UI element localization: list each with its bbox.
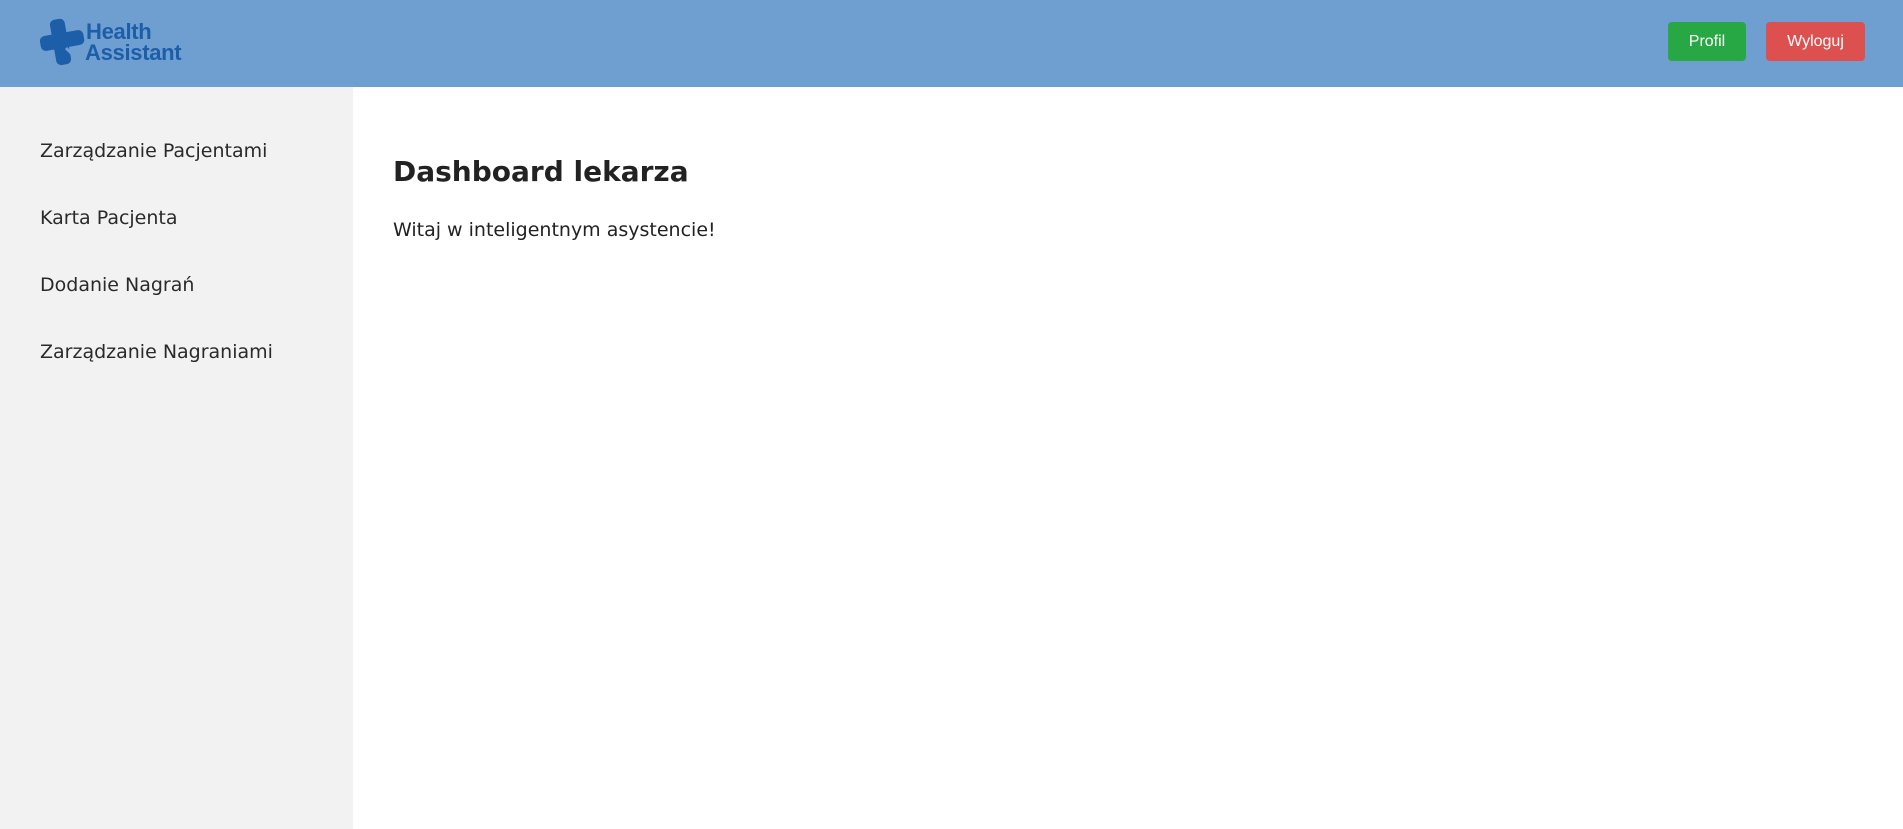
medical-cross-icon xyxy=(40,18,85,66)
sidebar: Zarządzanie Pacjentami Karta Pacjenta Do… xyxy=(0,87,353,829)
logout-button[interactable]: Wyloguj xyxy=(1766,22,1865,61)
profile-button[interactable]: Profil xyxy=(1668,22,1746,61)
logo[interactable]: Health Assistant xyxy=(40,18,190,68)
logo-line2: Assistant xyxy=(85,40,182,65)
sidebar-item-patient-card[interactable]: Karta Pacjenta xyxy=(40,207,178,229)
sidebar-item-patient-management[interactable]: Zarządzanie Pacjentami xyxy=(40,140,267,162)
page-title: Dashboard lekarza xyxy=(393,155,689,188)
sidebar-item-recordings-management[interactable]: Zarządzanie Nagraniami xyxy=(40,341,273,363)
logo-text: Health Assistant xyxy=(85,19,182,65)
top-bar: Health Assistant Profil Wyloguj xyxy=(0,0,1903,87)
sidebar-item-add-recordings[interactable]: Dodanie Nagrań xyxy=(40,274,194,296)
main-content: Dashboard lekarza Witaj w inteligentnym … xyxy=(353,87,1903,829)
logo-line1: Health xyxy=(86,19,152,44)
welcome-message: Witaj w inteligentnym asystencie! xyxy=(393,219,716,241)
